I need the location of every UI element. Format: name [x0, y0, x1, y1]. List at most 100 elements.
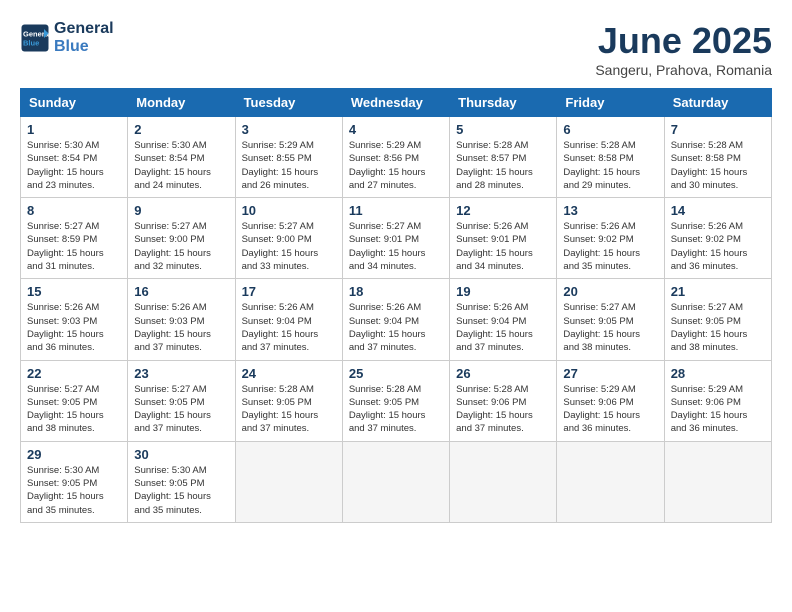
day-cell-11: 11Sunrise: 5:27 AMSunset: 9:01 PMDayligh…: [342, 198, 449, 279]
col-header-friday: Friday: [557, 89, 664, 117]
day-cell-empty-4-5: [557, 441, 664, 522]
location: Sangeru, Prahova, Romania: [595, 62, 772, 78]
day-cell-19: 19 Sunrise: 5:26 AMSunset: 9:04 PMDayligh…: [450, 279, 557, 360]
day-cell-16: 16 Sunrise: 5:26 AMSunset: 9:03 PMDayligh…: [128, 279, 235, 360]
day-info: Sunrise: 5:27 AMSunset: 9:05 PMDaylight:…: [563, 301, 657, 354]
day-cell-empty-4-3: [342, 441, 449, 522]
svg-text:Blue: Blue: [23, 39, 39, 48]
day-cell-18: 18Sunrise: 5:26 AMSunset: 9:04 PMDayligh…: [342, 279, 449, 360]
week-row-5: 29 Sunrise: 5:30 AMSunset: 9:05 PMDayligh…: [21, 441, 772, 522]
day-info: Sunrise: 5:26 AMSunset: 9:04 PMDaylight:…: [242, 301, 336, 354]
day-number: 4: [349, 122, 443, 137]
day-cell-12: 12 Sunrise: 5:26 AMSunset: 9:01 PMDayligh…: [450, 198, 557, 279]
day-number: 1: [27, 122, 121, 137]
col-header-wednesday: Wednesday: [342, 89, 449, 117]
day-info: Sunrise: 5:26 AMSunset: 9:04 PMDaylight:…: [456, 301, 550, 354]
day-info: Sunrise: 5:26 AMSunset: 9:03 PMDaylight:…: [134, 301, 228, 354]
day-cell-5: 5Sunrise: 5:28 AMSunset: 8:57 PMDaylight…: [450, 117, 557, 198]
day-info: Sunrise: 5:26 AMSunset: 9:03 PMDaylight:…: [27, 301, 121, 354]
day-number: 20: [563, 284, 657, 299]
day-number: 26: [456, 366, 550, 381]
day-cell-28: 28 Sunrise: 5:29 AMSunset: 9:06 PMDayligh…: [664, 360, 771, 441]
day-cell-30: 30 Sunrise: 5:30 AMSunset: 9:05 PMDayligh…: [128, 441, 235, 522]
day-cell-empty-4-6: [664, 441, 771, 522]
day-info: Sunrise: 5:28 AMSunset: 8:57 PMDaylight:…: [456, 139, 550, 192]
day-number: 3: [242, 122, 336, 137]
day-number: 29: [27, 447, 121, 462]
col-header-sunday: Sunday: [21, 89, 128, 117]
day-number: 6: [563, 122, 657, 137]
day-cell-empty-4-2: [235, 441, 342, 522]
day-cell-24: 24 Sunrise: 5:28 AMSunset: 9:05 PMDayligh…: [235, 360, 342, 441]
day-cell-27: 27 Sunrise: 5:29 AMSunset: 9:06 PMDayligh…: [557, 360, 664, 441]
day-number: 19: [456, 284, 550, 299]
day-info: Sunrise: 5:29 AMSunset: 9:06 PMDaylight:…: [563, 383, 657, 436]
day-cell-14: 14 Sunrise: 5:26 AMSunset: 9:02 PMDayligh…: [664, 198, 771, 279]
day-info: Sunrise: 5:26 AMSunset: 9:02 PMDaylight:…: [563, 220, 657, 273]
page-header: General Blue General Blue June 2025 Sang…: [20, 20, 772, 78]
col-header-tuesday: Tuesday: [235, 89, 342, 117]
day-number: 17: [242, 284, 336, 299]
day-cell-25: 25Sunrise: 5:28 AMSunset: 9:05 PMDayligh…: [342, 360, 449, 441]
day-info: Sunrise: 5:27 AMSunset: 9:05 PMDaylight:…: [134, 383, 228, 436]
day-info: Sunrise: 5:26 AMSunset: 9:01 PMDaylight:…: [456, 220, 550, 273]
week-row-2: 8 Sunrise: 5:27 AMSunset: 8:59 PMDaylight…: [21, 198, 772, 279]
day-info: Sunrise: 5:28 AMSunset: 9:05 PMDaylight:…: [242, 383, 336, 436]
day-info: Sunrise: 5:28 AMSunset: 9:06 PMDaylight:…: [456, 383, 550, 436]
day-cell-17: 17 Sunrise: 5:26 AMSunset: 9:04 PMDayligh…: [235, 279, 342, 360]
col-header-monday: Monday: [128, 89, 235, 117]
day-cell-1: 1Sunrise: 5:30 AMSunset: 8:54 PMDaylight…: [21, 117, 128, 198]
day-cell-26: 26 Sunrise: 5:28 AMSunset: 9:06 PMDayligh…: [450, 360, 557, 441]
logo-blue: Blue: [54, 38, 114, 56]
title-area: June 2025 Sangeru, Prahova, Romania: [595, 20, 772, 78]
day-number: 25: [349, 366, 443, 381]
logo-general: General: [54, 20, 114, 38]
day-info: Sunrise: 5:30 AMSunset: 9:05 PMDaylight:…: [27, 464, 121, 517]
logo: General Blue General Blue: [20, 20, 114, 56]
day-info: Sunrise: 5:30 AMSunset: 8:54 PMDaylight:…: [134, 139, 228, 192]
day-number: 12: [456, 203, 550, 218]
week-row-3: 15 Sunrise: 5:26 AMSunset: 9:03 PMDayligh…: [21, 279, 772, 360]
logo-icon: General Blue: [20, 23, 50, 53]
day-cell-9: 9Sunrise: 5:27 AMSunset: 9:00 PMDaylight…: [128, 198, 235, 279]
day-cell-6: 6 Sunrise: 5:28 AMSunset: 8:58 PMDaylight…: [557, 117, 664, 198]
day-cell-15: 15 Sunrise: 5:26 AMSunset: 9:03 PMDayligh…: [21, 279, 128, 360]
day-number: 27: [563, 366, 657, 381]
day-info: Sunrise: 5:27 AMSunset: 8:59 PMDaylight:…: [27, 220, 121, 273]
col-header-saturday: Saturday: [664, 89, 771, 117]
day-info: Sunrise: 5:30 AMSunset: 9:05 PMDaylight:…: [134, 464, 228, 517]
day-number: 2: [134, 122, 228, 137]
day-cell-2: 2 Sunrise: 5:30 AMSunset: 8:54 PMDaylight…: [128, 117, 235, 198]
day-number: 23: [134, 366, 228, 381]
day-number: 13: [563, 203, 657, 218]
day-cell-22: 22 Sunrise: 5:27 AMSunset: 9:05 PMDayligh…: [21, 360, 128, 441]
day-info: Sunrise: 5:27 AMSunset: 9:05 PMDaylight:…: [671, 301, 765, 354]
day-number: 14: [671, 203, 765, 218]
calendar-table: SundayMondayTuesdayWednesdayThursdayFrid…: [20, 88, 772, 523]
day-number: 15: [27, 284, 121, 299]
day-info: Sunrise: 5:26 AMSunset: 9:04 PMDaylight:…: [349, 301, 443, 354]
day-cell-21: 21Sunrise: 5:27 AMSunset: 9:05 PMDayligh…: [664, 279, 771, 360]
day-cell-empty-4-4: [450, 441, 557, 522]
day-number: 28: [671, 366, 765, 381]
day-cell-7: 7Sunrise: 5:28 AMSunset: 8:58 PMDaylight…: [664, 117, 771, 198]
day-cell-8: 8 Sunrise: 5:27 AMSunset: 8:59 PMDaylight…: [21, 198, 128, 279]
day-number: 16: [134, 284, 228, 299]
calendar-header-row: SundayMondayTuesdayWednesdayThursdayFrid…: [21, 89, 772, 117]
day-info: Sunrise: 5:28 AMSunset: 8:58 PMDaylight:…: [563, 139, 657, 192]
day-info: Sunrise: 5:29 AMSunset: 9:06 PMDaylight:…: [671, 383, 765, 436]
day-cell-4: 4 Sunrise: 5:29 AMSunset: 8:56 PMDaylight…: [342, 117, 449, 198]
day-number: 24: [242, 366, 336, 381]
day-number: 8: [27, 203, 121, 218]
day-info: Sunrise: 5:28 AMSunset: 8:58 PMDaylight:…: [671, 139, 765, 192]
day-number: 22: [27, 366, 121, 381]
day-info: Sunrise: 5:27 AMSunset: 9:00 PMDaylight:…: [242, 220, 336, 273]
day-cell-13: 13 Sunrise: 5:26 AMSunset: 9:02 PMDayligh…: [557, 198, 664, 279]
day-number: 30: [134, 447, 228, 462]
day-info: Sunrise: 5:27 AMSunset: 9:05 PMDaylight:…: [27, 383, 121, 436]
day-cell-10: 10Sunrise: 5:27 AMSunset: 9:00 PMDayligh…: [235, 198, 342, 279]
day-info: Sunrise: 5:29 AMSunset: 8:56 PMDaylight:…: [349, 139, 443, 192]
day-info: Sunrise: 5:29 AMSunset: 8:55 PMDaylight:…: [242, 139, 336, 192]
day-number: 11: [349, 203, 443, 218]
day-info: Sunrise: 5:26 AMSunset: 9:02 PMDaylight:…: [671, 220, 765, 273]
